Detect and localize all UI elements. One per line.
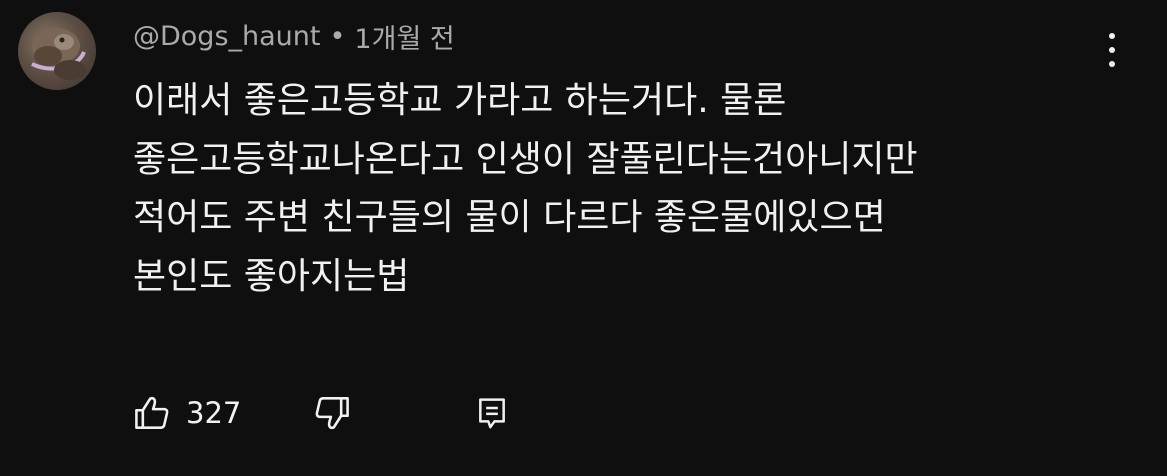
thumbs-up-icon <box>135 396 169 429</box>
comment-line: 적어도 주변 친구들의 물이 다르다 좋은물에있으면 <box>133 197 886 238</box>
thumbs-down-icon <box>315 397 349 430</box>
dog-avatar-icon <box>31 28 86 80</box>
dislike-button[interactable] <box>310 388 354 438</box>
menu-dot <box>1109 61 1115 67</box>
comment-timestamp[interactable]: 1개월 전 <box>354 17 454 56</box>
comment: @Dogs_haunt • 1개월 전 이래서 좋은고등학교 가라고 하는거다.… <box>0 0 1167 476</box>
comment-body: 이래서 좋은고등학교 가라고 하는거다. 물론 좋은고등학교나온다고 인생이 잘… <box>133 72 1133 306</box>
reply-button[interactable] <box>472 388 512 438</box>
comment-line: 좋은고등학교나온다고 인생이 잘풀린다는건아니지만 <box>133 138 918 180</box>
menu-dot <box>1109 47 1115 53</box>
author-name[interactable]: @Dogs_haunt <box>133 21 320 52</box>
comment-header: @Dogs_haunt • 1개월 전 <box>133 16 455 56</box>
more-vertical-icon[interactable] <box>1092 22 1132 78</box>
comment-line: 이래서 좋은고등학교 가라고 하는거다. 물론 <box>133 80 787 121</box>
menu-dot <box>1109 33 1115 39</box>
comment-actions: 327 <box>130 388 550 438</box>
comment-line: 본인도 좋아지는법 <box>133 255 410 297</box>
like-count: 327 <box>186 396 242 430</box>
avatar[interactable] <box>18 12 96 90</box>
meta-separator: • <box>329 20 346 52</box>
reply-icon <box>479 398 505 429</box>
like-button[interactable]: 327 <box>130 388 241 438</box>
